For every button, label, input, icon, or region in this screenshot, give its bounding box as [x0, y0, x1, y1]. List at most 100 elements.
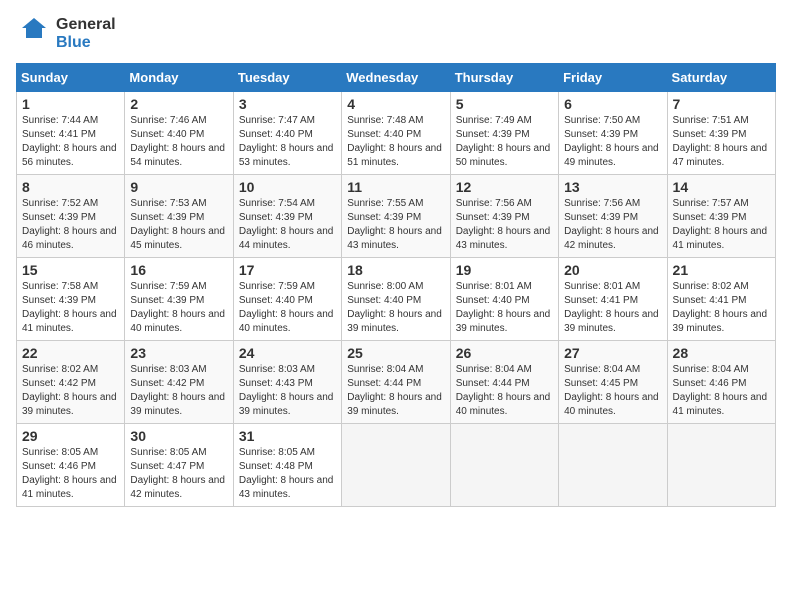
calendar-cell: 15 Sunrise: 7:58 AMSunset: 4:39 PMDaylig…	[17, 257, 125, 340]
logo-general: General	[56, 16, 116, 34]
day-number: 31	[239, 428, 336, 444]
day-info: Sunrise: 8:02 AMSunset: 4:42 PMDaylight:…	[22, 364, 117, 417]
day-info: Sunrise: 8:01 AMSunset: 4:40 PMDaylight:…	[456, 281, 551, 334]
calendar-cell: 5 Sunrise: 7:49 AMSunset: 4:39 PMDayligh…	[450, 91, 558, 174]
calendar-cell: 16 Sunrise: 7:59 AMSunset: 4:39 PMDaylig…	[125, 257, 233, 340]
day-info: Sunrise: 8:04 AMSunset: 4:45 PMDaylight:…	[564, 364, 659, 417]
day-info: Sunrise: 7:47 AMSunset: 4:40 PMDaylight:…	[239, 115, 334, 168]
calendar-cell: 21 Sunrise: 8:02 AMSunset: 4:41 PMDaylig…	[667, 257, 775, 340]
day-number: 4	[347, 96, 444, 112]
header-tuesday: Tuesday	[233, 63, 341, 91]
header-thursday: Thursday	[450, 63, 558, 91]
day-info: Sunrise: 8:01 AMSunset: 4:41 PMDaylight:…	[564, 281, 659, 334]
day-info: Sunrise: 7:56 AMSunset: 4:39 PMDaylight:…	[456, 198, 551, 251]
day-info: Sunrise: 7:53 AMSunset: 4:39 PMDaylight:…	[130, 198, 225, 251]
calendar-cell: 28 Sunrise: 8:04 AMSunset: 4:46 PMDaylig…	[667, 340, 775, 423]
calendar-cell: 29 Sunrise: 8:05 AMSunset: 4:46 PMDaylig…	[17, 423, 125, 506]
day-number: 30	[130, 428, 227, 444]
day-number: 9	[130, 179, 227, 195]
calendar-cell: 3 Sunrise: 7:47 AMSunset: 4:40 PMDayligh…	[233, 91, 341, 174]
calendar-row-5: 29 Sunrise: 8:05 AMSunset: 4:46 PMDaylig…	[17, 423, 776, 506]
day-number: 10	[239, 179, 336, 195]
day-info: Sunrise: 7:52 AMSunset: 4:39 PMDaylight:…	[22, 198, 117, 251]
calendar-row-3: 15 Sunrise: 7:58 AMSunset: 4:39 PMDaylig…	[17, 257, 776, 340]
calendar-cell: 2 Sunrise: 7:46 AMSunset: 4:40 PMDayligh…	[125, 91, 233, 174]
day-number: 22	[22, 345, 119, 361]
day-number: 8	[22, 179, 119, 195]
day-number: 17	[239, 262, 336, 278]
day-number: 29	[22, 428, 119, 444]
calendar-cell: 24 Sunrise: 8:03 AMSunset: 4:43 PMDaylig…	[233, 340, 341, 423]
day-number: 5	[456, 96, 553, 112]
day-info: Sunrise: 7:54 AMSunset: 4:39 PMDaylight:…	[239, 198, 334, 251]
day-number: 18	[347, 262, 444, 278]
calendar-cell: 19 Sunrise: 8:01 AMSunset: 4:40 PMDaylig…	[450, 257, 558, 340]
day-info: Sunrise: 7:46 AMSunset: 4:40 PMDaylight:…	[130, 115, 225, 168]
day-number: 6	[564, 96, 661, 112]
day-info: Sunrise: 7:59 AMSunset: 4:39 PMDaylight:…	[130, 281, 225, 334]
day-info: Sunrise: 7:50 AMSunset: 4:39 PMDaylight:…	[564, 115, 659, 168]
calendar-cell: 10 Sunrise: 7:54 AMSunset: 4:39 PMDaylig…	[233, 174, 341, 257]
header: General Blue	[16, 16, 776, 53]
calendar-cell: 23 Sunrise: 8:03 AMSunset: 4:42 PMDaylig…	[125, 340, 233, 423]
day-info: Sunrise: 7:55 AMSunset: 4:39 PMDaylight:…	[347, 198, 442, 251]
day-info: Sunrise: 7:58 AMSunset: 4:39 PMDaylight:…	[22, 281, 117, 334]
day-info: Sunrise: 7:44 AMSunset: 4:41 PMDaylight:…	[22, 115, 117, 168]
day-number: 15	[22, 262, 119, 278]
day-info: Sunrise: 8:03 AMSunset: 4:43 PMDaylight:…	[239, 364, 334, 417]
header-row: SundayMondayTuesdayWednesdayThursdayFrid…	[17, 63, 776, 91]
calendar-cell: 31 Sunrise: 8:05 AMSunset: 4:48 PMDaylig…	[233, 423, 341, 506]
day-number: 28	[673, 345, 770, 361]
calendar-cell: 26 Sunrise: 8:04 AMSunset: 4:44 PMDaylig…	[450, 340, 558, 423]
header-sunday: Sunday	[17, 63, 125, 91]
calendar-cell	[450, 423, 558, 506]
calendar-cell: 14 Sunrise: 7:57 AMSunset: 4:39 PMDaylig…	[667, 174, 775, 257]
day-number: 7	[673, 96, 770, 112]
calendar-row-2: 8 Sunrise: 7:52 AMSunset: 4:39 PMDayligh…	[17, 174, 776, 257]
calendar-cell: 4 Sunrise: 7:48 AMSunset: 4:40 PMDayligh…	[342, 91, 450, 174]
day-number: 19	[456, 262, 553, 278]
calendar-cell: 1 Sunrise: 7:44 AMSunset: 4:41 PMDayligh…	[17, 91, 125, 174]
calendar-cell	[667, 423, 775, 506]
header-wednesday: Wednesday	[342, 63, 450, 91]
day-info: Sunrise: 8:00 AMSunset: 4:40 PMDaylight:…	[347, 281, 442, 334]
calendar-cell: 11 Sunrise: 7:55 AMSunset: 4:39 PMDaylig…	[342, 174, 450, 257]
day-info: Sunrise: 7:57 AMSunset: 4:39 PMDaylight:…	[673, 198, 768, 251]
day-info: Sunrise: 8:05 AMSunset: 4:48 PMDaylight:…	[239, 447, 334, 500]
day-number: 2	[130, 96, 227, 112]
header-monday: Monday	[125, 63, 233, 91]
calendar-cell: 17 Sunrise: 7:59 AMSunset: 4:40 PMDaylig…	[233, 257, 341, 340]
day-number: 11	[347, 179, 444, 195]
day-info: Sunrise: 7:56 AMSunset: 4:39 PMDaylight:…	[564, 198, 659, 251]
day-number: 1	[22, 96, 119, 112]
logo: General Blue	[16, 16, 116, 53]
calendar-cell: 13 Sunrise: 7:56 AMSunset: 4:39 PMDaylig…	[559, 174, 667, 257]
calendar-cell	[559, 423, 667, 506]
logo-blue: Blue	[56, 34, 116, 52]
calendar-cell: 12 Sunrise: 7:56 AMSunset: 4:39 PMDaylig…	[450, 174, 558, 257]
day-info: Sunrise: 8:02 AMSunset: 4:41 PMDaylight:…	[673, 281, 768, 334]
day-info: Sunrise: 7:59 AMSunset: 4:40 PMDaylight:…	[239, 281, 334, 334]
calendar-row-4: 22 Sunrise: 8:02 AMSunset: 4:42 PMDaylig…	[17, 340, 776, 423]
day-info: Sunrise: 8:05 AMSunset: 4:47 PMDaylight:…	[130, 447, 225, 500]
day-number: 25	[347, 345, 444, 361]
day-number: 3	[239, 96, 336, 112]
calendar-cell	[342, 423, 450, 506]
header-friday: Friday	[559, 63, 667, 91]
logo-bird-icon	[16, 16, 52, 52]
calendar-cell: 18 Sunrise: 8:00 AMSunset: 4:40 PMDaylig…	[342, 257, 450, 340]
calendar-cell: 22 Sunrise: 8:02 AMSunset: 4:42 PMDaylig…	[17, 340, 125, 423]
calendar-table: SundayMondayTuesdayWednesdayThursdayFrid…	[16, 63, 776, 507]
day-info: Sunrise: 8:04 AMSunset: 4:46 PMDaylight:…	[673, 364, 768, 417]
calendar-cell: 20 Sunrise: 8:01 AMSunset: 4:41 PMDaylig…	[559, 257, 667, 340]
day-number: 13	[564, 179, 661, 195]
day-info: Sunrise: 8:05 AMSunset: 4:46 PMDaylight:…	[22, 447, 117, 500]
calendar-cell: 30 Sunrise: 8:05 AMSunset: 4:47 PMDaylig…	[125, 423, 233, 506]
day-info: Sunrise: 8:04 AMSunset: 4:44 PMDaylight:…	[456, 364, 551, 417]
day-number: 21	[673, 262, 770, 278]
day-number: 27	[564, 345, 661, 361]
day-info: Sunrise: 7:49 AMSunset: 4:39 PMDaylight:…	[456, 115, 551, 168]
header-saturday: Saturday	[667, 63, 775, 91]
day-info: Sunrise: 7:51 AMSunset: 4:39 PMDaylight:…	[673, 115, 768, 168]
calendar-cell: 8 Sunrise: 7:52 AMSunset: 4:39 PMDayligh…	[17, 174, 125, 257]
